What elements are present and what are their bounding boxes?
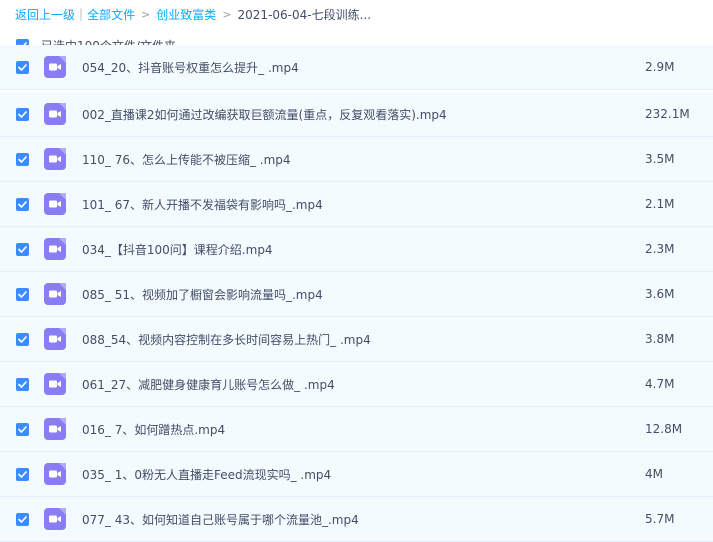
file-checkbox[interactable] — [16, 467, 29, 481]
video-file-icon — [44, 103, 66, 125]
file-name[interactable]: 002_直播课2如何通过改编获取巨额流量(重点，反复观看落实).mp4 — [82, 106, 447, 123]
file-row[interactable]: 016_ 7、如何蹭热点.mp4 12.8M — [0, 407, 713, 452]
file-checkbox[interactable] — [16, 60, 29, 74]
file-row[interactable]: 034_【抖音100问】课程介绍.mp4 2.3M — [0, 227, 713, 272]
breadcrumb: 返回上一级 | 全部文件 > 创业致富类 > 2021-06-04-七段训练..… — [0, 0, 713, 28]
file-size: 3.6M — [645, 287, 675, 301]
breadcrumb-separator: | — [79, 7, 84, 21]
file-name[interactable]: 034_【抖音100问】课程介绍.mp4 — [82, 241, 273, 258]
file-size: 4M — [645, 467, 663, 481]
file-name[interactable]: 088_54、视频内容控制在多长时间容易上热门_ .mp4 — [82, 331, 371, 348]
back-link[interactable]: 返回上一级 — [15, 6, 75, 23]
file-row[interactable]: 061_27、减肥健身健康育儿账号怎么做_ .mp4 4.7M — [0, 362, 713, 407]
file-row[interactable]: 077_ 43、如何知道自己账号属于哪个流量池_.mp4 5.7M — [0, 497, 713, 542]
check-icon — [18, 200, 27, 208]
video-file-icon — [44, 328, 66, 350]
file-checkbox[interactable] — [16, 107, 29, 121]
check-icon — [18, 245, 27, 253]
video-file-icon — [44, 193, 66, 215]
video-file-icon — [44, 56, 66, 78]
file-name[interactable]: 061_27、减肥健身健康育儿账号怎么做_ .mp4 — [82, 376, 335, 393]
file-name[interactable]: 035_ 1、0粉无人直播走Feed流现实吗_ .mp4 — [82, 466, 331, 483]
check-icon — [18, 470, 27, 478]
breadcrumb-arrow: > — [141, 7, 151, 21]
video-file-icon — [44, 238, 66, 260]
check-icon — [18, 155, 27, 163]
breadcrumb-all-files[interactable]: 全部文件 — [87, 6, 135, 23]
file-name[interactable]: 110_ 76、怎么上传能不被压缩_ .mp4 — [82, 151, 291, 168]
file-size: 4.7M — [645, 377, 675, 391]
check-icon — [18, 63, 27, 71]
file-checkbox[interactable] — [16, 287, 29, 301]
breadcrumb-current: 2021-06-04-七段训练... — [237, 7, 372, 22]
video-file-icon — [44, 148, 66, 170]
file-row[interactable]: 085_ 51、视频加了橱窗会影响流量吗_.mp4 3.6M — [0, 272, 713, 317]
file-size: 5.7M — [645, 512, 675, 526]
video-file-icon — [44, 463, 66, 485]
file-name[interactable]: 016_ 7、如何蹭热点.mp4 — [82, 421, 225, 438]
check-icon — [18, 110, 27, 118]
check-icon — [18, 290, 27, 298]
file-checkbox[interactable] — [16, 377, 29, 391]
file-size: 232.1M — [645, 107, 690, 121]
file-row[interactable]: 110_ 76、怎么上传能不被压缩_ .mp4 3.5M — [0, 137, 713, 182]
file-size: 2.3M — [645, 242, 675, 256]
video-file-icon — [44, 418, 66, 440]
breadcrumb-folder[interactable]: 创业致富类 — [156, 6, 216, 23]
file-checkbox[interactable] — [16, 242, 29, 256]
file-size: 12.8M — [645, 422, 683, 436]
file-checkbox[interactable] — [16, 332, 29, 346]
file-size: 2.1M — [645, 197, 675, 211]
file-row[interactable]: 054_20、抖音账号权重怎么提升_ .mp4 2.9M — [0, 45, 713, 90]
file-checkbox[interactable] — [16, 512, 29, 526]
file-name[interactable]: 101_ 67、新人开播不发福袋有影响吗_.mp4 — [82, 196, 323, 213]
file-name[interactable]: 085_ 51、视频加了橱窗会影响流量吗_.mp4 — [82, 286, 323, 303]
check-icon — [18, 335, 27, 343]
file-row[interactable]: 035_ 1、0粉无人直播走Feed流现实吗_ .mp4 4M — [0, 452, 713, 497]
file-checkbox[interactable] — [16, 197, 29, 211]
video-file-icon — [44, 373, 66, 395]
file-checkbox[interactable] — [16, 422, 29, 436]
video-file-icon — [44, 283, 66, 305]
file-name[interactable]: 054_20、抖音账号权重怎么提升_ .mp4 — [82, 59, 299, 76]
file-row[interactable]: 088_54、视频内容控制在多长时间容易上热门_ .mp4 3.8M — [0, 317, 713, 362]
file-size: 2.9M — [645, 60, 675, 74]
breadcrumb-arrow: > — [222, 7, 232, 21]
file-size: 3.8M — [645, 332, 675, 346]
file-row[interactable]: 002_直播课2如何通过改编获取巨额流量(重点，反复观看落实).mp4 232.1… — [0, 92, 713, 137]
check-icon — [18, 515, 27, 523]
file-row[interactable]: 101_ 67、新人开播不发福袋有影响吗_.mp4 2.1M — [0, 182, 713, 227]
file-size: 3.5M — [645, 152, 675, 166]
file-checkbox[interactable] — [16, 152, 29, 166]
check-icon — [18, 380, 27, 388]
video-file-icon — [44, 508, 66, 530]
check-icon — [18, 425, 27, 433]
file-name[interactable]: 077_ 43、如何知道自己账号属于哪个流量池_.mp4 — [82, 511, 359, 528]
